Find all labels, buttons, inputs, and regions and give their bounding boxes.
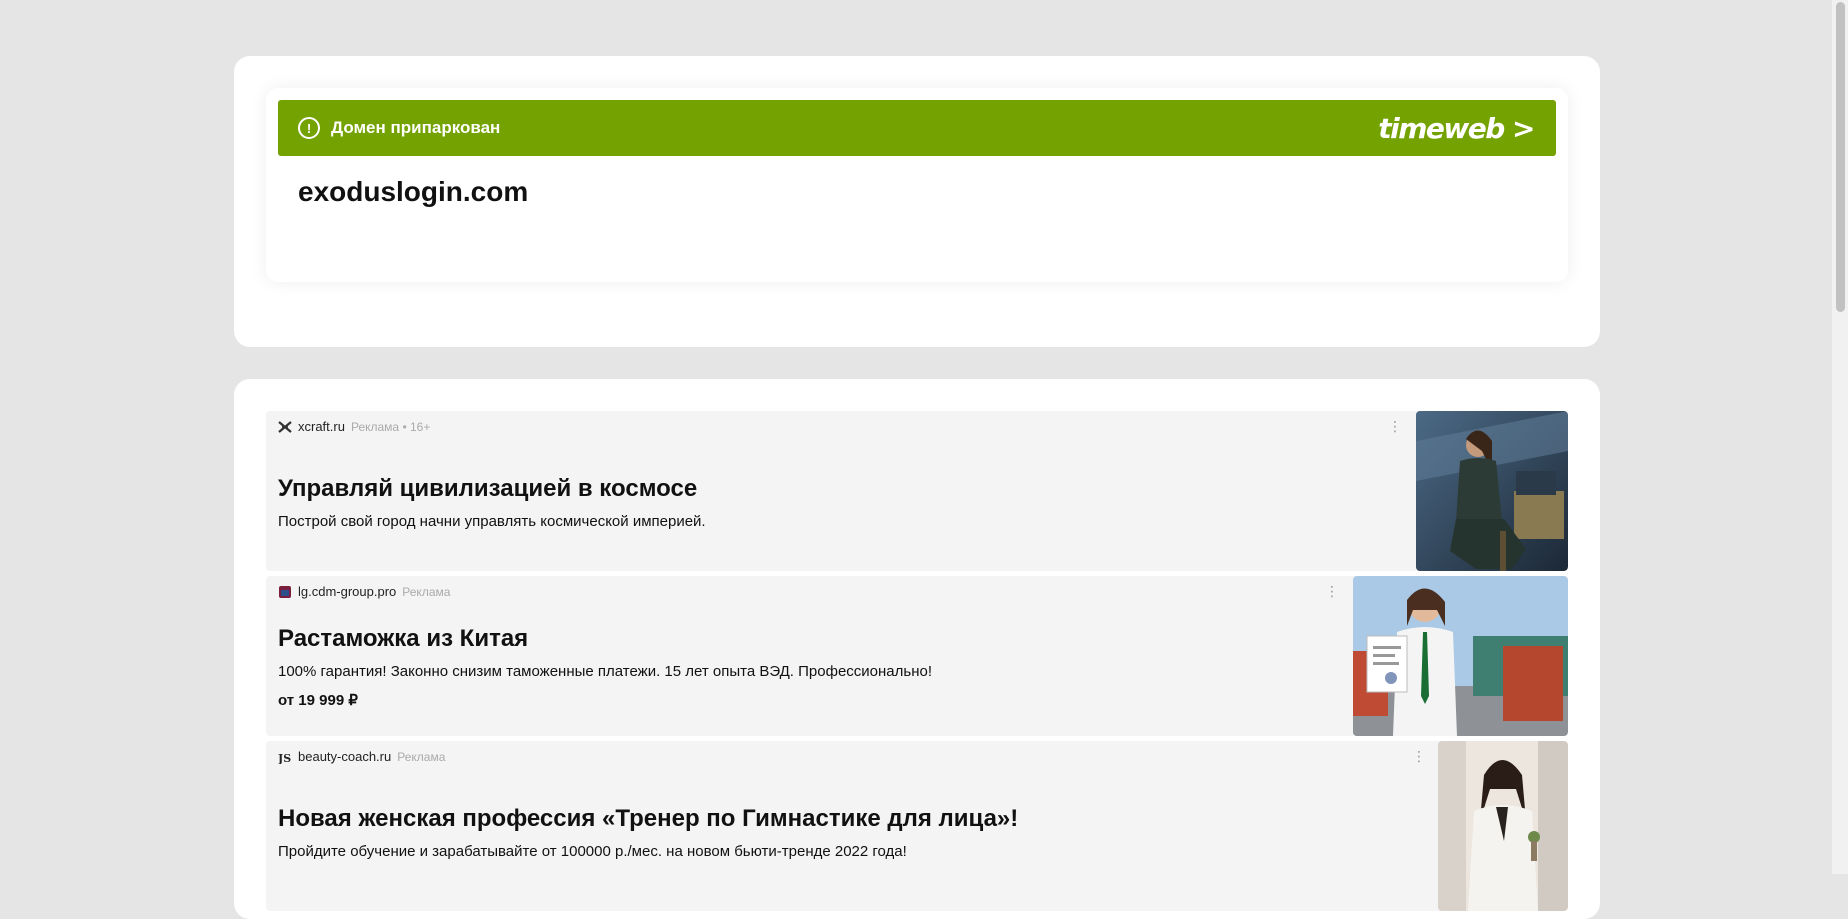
scrollbar-thumb[interactable] xyxy=(1836,2,1845,312)
cdm-favicon-icon xyxy=(279,585,291,598)
ad-title[interactable]: Растаможка из Китая xyxy=(278,625,528,653)
ad-meta: xcraft.ru Реклама • 16+ xyxy=(278,419,430,434)
domain-name: exoduslogin.com xyxy=(298,176,529,207)
ads-panel: xcraft.ru Реклама • 16+ ⋮ Управляй цивил… xyxy=(234,379,1600,919)
ad-description: Построй свой город начни управлять косми… xyxy=(278,513,706,530)
parked-status-text: Домен припаркован xyxy=(331,118,501,137)
xcraft-favicon-icon xyxy=(278,420,292,433)
ad-card[interactable]: JS beauty-coach.ru Реклама ⋮ Новая женск… xyxy=(266,741,1568,911)
ad-card[interactable]: xcraft.ru Реклама • 16+ ⋮ Управляй цивил… xyxy=(266,411,1568,571)
ad-image[interactable] xyxy=(1416,411,1568,571)
parked-banner: ! Домен припаркован timeweb > xyxy=(278,100,1556,156)
ad-image[interactable] xyxy=(1353,576,1568,736)
ad-title[interactable]: Новая женская профессия «Тренер по Гимна… xyxy=(278,805,1018,833)
beauty-coach-image xyxy=(1438,741,1568,911)
parking-card: ! Домен припаркован timeweb > exoduslogi… xyxy=(266,88,1568,282)
customs-agent-image xyxy=(1353,576,1568,736)
js-favicon-icon: JS xyxy=(278,752,291,764)
timeweb-logo-link[interactable]: timeweb > xyxy=(1378,112,1535,145)
space-pilot-image xyxy=(1416,411,1568,571)
ad-site[interactable]: lg.cdm-group.pro xyxy=(298,584,396,599)
kebab-menu-icon[interactable]: ⋮ xyxy=(1388,419,1402,435)
page-scrollbar[interactable] xyxy=(1832,0,1848,874)
ad-title[interactable]: Управляй цивилизацией в космосе xyxy=(278,475,697,503)
exclamation-circle-icon: ! xyxy=(298,117,320,139)
kebab-menu-icon[interactable]: ⋮ xyxy=(1412,749,1426,765)
svg-text:JS: JS xyxy=(278,752,291,764)
ad-label: Реклама • 16+ xyxy=(350,419,431,434)
ad-image[interactable] xyxy=(1438,741,1568,911)
ad-card[interactable]: lg.cdm-group.pro Реклама ⋮ Растаможка из… xyxy=(266,576,1568,736)
kebab-menu-icon[interactable]: ⋮ xyxy=(1325,584,1339,600)
ad-meta: lg.cdm-group.pro Реклама xyxy=(278,584,450,599)
parking-panel: ! Домен припаркован timeweb > exoduslogi… xyxy=(234,56,1600,347)
ad-description: Пройдите обучение и зарабатывайте от 100… xyxy=(278,843,907,860)
ad-price: от 19 999 ₽ xyxy=(278,692,358,709)
ad-description: 100% гарантия! Законно снизим таможенные… xyxy=(278,663,933,680)
ad-site[interactable]: xcraft.ru xyxy=(298,419,345,434)
ad-label: Реклама xyxy=(397,749,446,764)
ad-meta: JS beauty-coach.ru Реклама xyxy=(278,749,445,764)
ad-site[interactable]: beauty-coach.ru xyxy=(298,749,391,764)
ad-label: Реклама xyxy=(402,584,451,599)
